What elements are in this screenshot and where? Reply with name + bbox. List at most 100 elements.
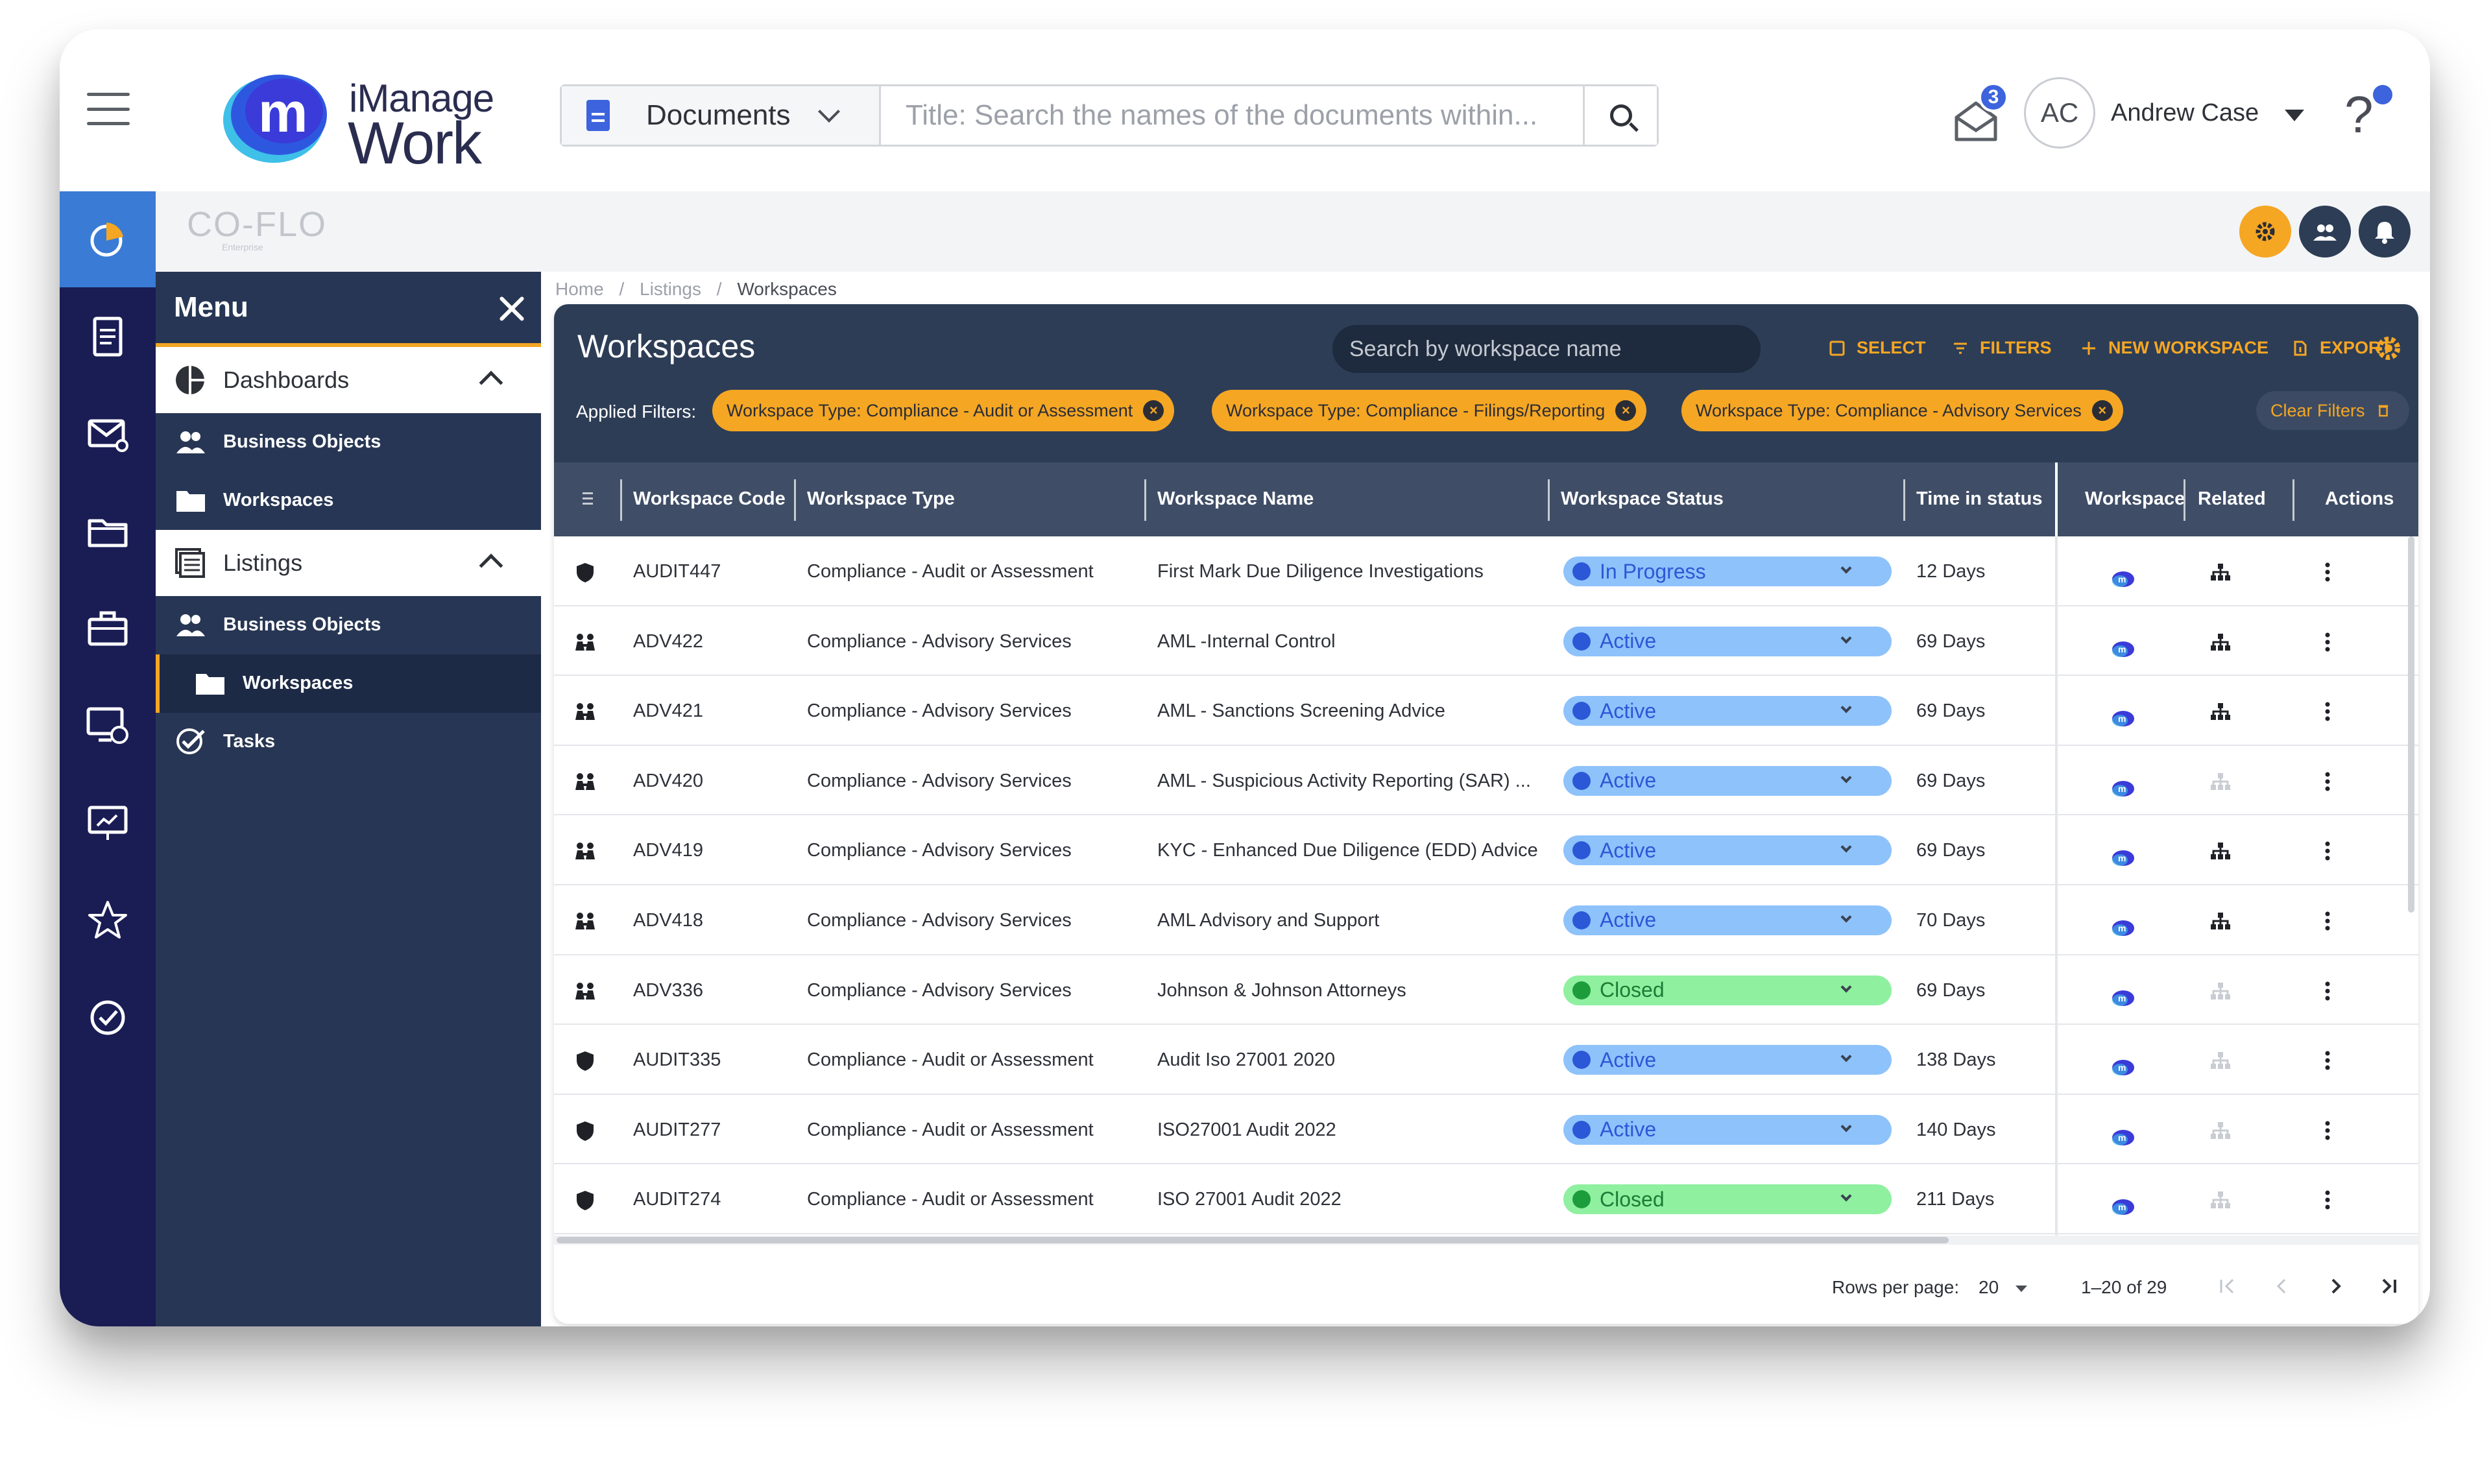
notifications-button[interactable] [2359, 206, 2411, 257]
table-row[interactable]: ADV420 Compliance - Advisory Services AML … [554, 746, 2418, 816]
status-select[interactable]: Active [1563, 1045, 1892, 1075]
hamburger-menu-icon[interactable] [87, 93, 130, 125]
new-workspace-button[interactable]: NEW WORKSPACE [2081, 338, 2268, 358]
status-select[interactable]: Active [1563, 765, 1892, 796]
hierarchy-icon[interactable] [2209, 1190, 2232, 1210]
cell-name[interactable]: Johnson & Johnson Attorneys [1157, 980, 1541, 1001]
menu-item-listings-workspaces[interactable]: Workspaces [156, 654, 541, 713]
more-vertical-icon[interactable] [2325, 702, 2330, 721]
caret-down-icon[interactable] [2285, 110, 2304, 121]
document-type-select[interactable]: Documents [562, 86, 881, 145]
status-select[interactable]: Active [1563, 835, 1892, 866]
search-button[interactable] [1583, 86, 1657, 145]
column-header-status[interactable]: Workspace Status [1561, 488, 1724, 510]
documents-icon[interactable] [86, 315, 130, 359]
status-select[interactable]: Closed [1563, 975, 1892, 1005]
imanage-workspace-icon[interactable]: m [2111, 1127, 2136, 1147]
chip-close-icon[interactable]: × [1615, 400, 1637, 421]
last-page-icon[interactable] [2376, 1273, 2401, 1299]
more-vertical-icon[interactable] [2325, 632, 2330, 652]
clear-filters-button[interactable]: Clear Filters [2256, 391, 2409, 430]
imanage-workspace-icon[interactable]: m [2111, 918, 2136, 937]
status-select[interactable]: Active [1563, 1114, 1892, 1145]
menu-item-tasks[interactable]: Tasks [156, 713, 541, 771]
cell-name[interactable]: AML - Sanctions Screening Advice [1157, 700, 1541, 722]
cell-name[interactable]: Audit Iso 27001 2020 [1157, 1049, 1541, 1071]
hierarchy-icon[interactable] [2209, 841, 2232, 861]
imanage-workspace-icon[interactable]: m [2111, 1057, 2136, 1077]
more-vertical-icon[interactable] [2325, 1051, 2330, 1070]
cell-name[interactable]: AML -Internal Control [1157, 631, 1541, 652]
hierarchy-icon[interactable] [2209, 1051, 2232, 1070]
briefcase-icon[interactable] [86, 606, 130, 651]
cell-name[interactable]: KYC - Enhanced Due Diligence (EDD) Advic… [1157, 840, 1541, 861]
vertical-scrollbar[interactable] [2408, 536, 2414, 913]
menu-section-dashboards[interactable]: Dashboards [156, 347, 541, 413]
filter-chip[interactable]: Workspace Type: Compliance - Filings/Rep… [1212, 390, 1647, 431]
cell-name[interactable]: AML Advisory and Support [1157, 910, 1541, 931]
more-vertical-icon[interactable] [2325, 911, 2330, 931]
chip-close-icon[interactable]: × [2091, 400, 2113, 421]
scrollbar-thumb[interactable] [557, 1237, 1949, 1243]
table-row[interactable]: AUDIT277 Compliance - Audit or Assessment… [554, 1095, 2418, 1165]
monitor-clock-icon[interactable] [86, 704, 130, 748]
hierarchy-icon[interactable] [2209, 911, 2232, 931]
status-select[interactable]: In Progress [1563, 556, 1892, 586]
presentation-icon[interactable] [86, 801, 130, 845]
table-row[interactable]: ADV421 Compliance - Advisory Services AML … [554, 676, 2418, 746]
imanage-workspace-icon[interactable]: m [2111, 988, 2136, 1007]
next-page-icon[interactable] [2322, 1273, 2348, 1299]
table-row[interactable]: ADV336 Compliance - Advisory Services John… [554, 955, 2418, 1025]
filter-chip[interactable]: Workspace Type: Compliance - Audit or As… [712, 390, 1175, 431]
avatar[interactable]: AC [2024, 77, 2095, 149]
menu-section-listings[interactable]: Listings [156, 530, 541, 596]
horizontal-scrollbar[interactable] [554, 1236, 2418, 1245]
cell-name[interactable]: ISO27001 Audit 2022 [1157, 1119, 1541, 1141]
search-input[interactable]: Title: Search the names of the documents… [881, 86, 1583, 145]
close-icon[interactable] [496, 293, 528, 325]
more-vertical-icon[interactable] [2325, 772, 2330, 791]
hierarchy-icon[interactable] [2209, 702, 2232, 721]
cell-name[interactable]: AML - Suspicious Activity Reporting (SAR… [1157, 771, 1541, 792]
imanage-workspace-icon[interactable]: m [2111, 639, 2136, 658]
table-row[interactable]: AUDIT274 Compliance - Audit or Assessment… [554, 1164, 2418, 1234]
status-select[interactable]: Active [1563, 696, 1892, 726]
status-select[interactable]: Active [1563, 626, 1892, 656]
column-header-type[interactable]: Workspace Type [807, 488, 955, 510]
folder-icon[interactable] [86, 509, 130, 553]
gear-icon[interactable] [2373, 333, 2404, 364]
menu-item-listings-business-objects[interactable]: Business Objects [156, 596, 541, 654]
table-row[interactable]: AUDIT335 Compliance - Audit or Assessment… [554, 1025, 2418, 1095]
users-button[interactable] [2299, 206, 2351, 257]
filter-chip[interactable]: Workspace Type: Compliance - Advisory Se… [1681, 390, 2123, 431]
more-vertical-icon[interactable] [2325, 562, 2330, 582]
hierarchy-icon[interactable] [2209, 562, 2232, 582]
hierarchy-icon[interactable] [2209, 632, 2232, 652]
hierarchy-icon[interactable] [2209, 981, 2232, 1001]
breadcrumb-listings[interactable]: Listings [640, 279, 701, 299]
hierarchy-icon[interactable] [2209, 772, 2232, 791]
table-row[interactable]: ADV418 Compliance - Advisory Services AML … [554, 885, 2418, 955]
imanage-workspace-icon[interactable]: m [2111, 778, 2136, 798]
more-vertical-icon[interactable] [2325, 1121, 2330, 1140]
user-name[interactable]: Andrew Case [2111, 99, 2259, 127]
email-icon[interactable] [86, 412, 130, 456]
imanage-workspace-icon[interactable]: m [2111, 708, 2136, 728]
column-header-time[interactable]: Time in status [1916, 488, 2042, 510]
star-icon[interactable] [86, 898, 130, 942]
imanage-workspace-icon[interactable]: m [2111, 569, 2136, 588]
filters-button[interactable]: FILTERS [1953, 338, 2052, 358]
imanage-workspace-icon[interactable]: m [2111, 1197, 2136, 1216]
column-header-name[interactable]: Workspace Name [1157, 488, 1314, 510]
column-menu-icon[interactable] [583, 492, 593, 505]
cell-name[interactable]: First Mark Due Diligence Investigations [1157, 561, 1541, 582]
status-select[interactable]: Closed [1563, 1184, 1892, 1215]
first-page-icon[interactable] [2215, 1273, 2241, 1299]
select-button[interactable]: SELECT [1829, 338, 1926, 358]
workspace-search-input[interactable]: Search by workspace name [1332, 325, 1761, 373]
help-icon[interactable]: ? [2344, 85, 2374, 145]
menu-item-dashboards-business-objects[interactable]: Business Objects [156, 413, 541, 472]
table-row[interactable]: ADV419 Compliance - Advisory Services KYC … [554, 815, 2418, 885]
imanage-logo[interactable]: m iManage Work [221, 67, 519, 176]
more-vertical-icon[interactable] [2325, 981, 2330, 1001]
